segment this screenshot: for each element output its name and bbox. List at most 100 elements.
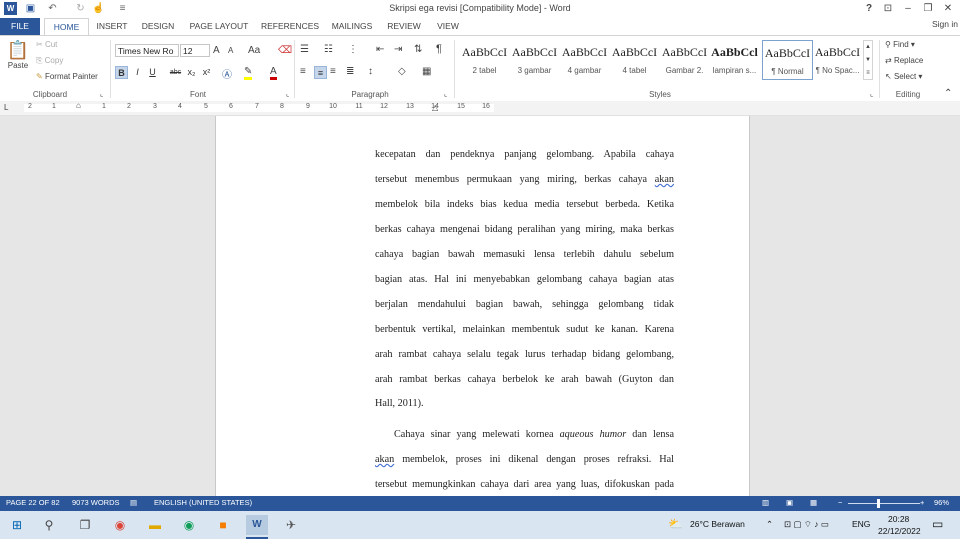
paste-button[interactable]: 📋 Paste (6, 40, 30, 80)
superscript-button[interactable]: x² (200, 66, 213, 79)
document-page[interactable]: kecepatan dan pendeknya panjang gelomban… (215, 116, 750, 496)
strikethrough-button[interactable]: abc (168, 66, 183, 79)
shrink-font-icon[interactable]: A (228, 46, 233, 55)
change-case-button[interactable]: Aa (248, 45, 260, 56)
show-hidden-icons-icon[interactable]: ⌃ (766, 519, 773, 530)
close-icon[interactable]: ✕ (940, 1, 956, 16)
cut-button[interactable]: ✂ Cut (36, 40, 57, 49)
clipboard-launcher-icon[interactable]: ⌞ (100, 90, 103, 98)
page-count[interactable]: PAGE 22 OF 82 (6, 498, 60, 507)
clock-date[interactable]: 22/12/2022 (878, 526, 921, 536)
left-indent-marker[interactable]: ⌂ (76, 101, 81, 110)
font-name-combo[interactable]: Times New Ro (115, 44, 179, 57)
word-count[interactable]: 9073 WORDS (72, 498, 120, 507)
network-app-icon[interactable]: ✈ (280, 515, 302, 535)
help-button[interactable]: ? (861, 1, 877, 16)
collapse-ribbon-icon[interactable]: ⌃ (944, 88, 952, 99)
tab-home[interactable]: HOME (44, 18, 89, 36)
subscript-button[interactable]: x₂ (185, 66, 198, 79)
style-lampiran[interactable]: AaBbCcl lampiran s... (709, 40, 760, 80)
text-effects-icon[interactable]: Ⓐ (222, 66, 232, 81)
justify-icon[interactable]: ≣ (346, 66, 354, 77)
task-view-icon[interactable]: ❐ (74, 515, 96, 535)
select-button[interactable]: ↖ Select ▾ (885, 72, 922, 81)
style-gambar-2[interactable]: AaBbCcI Gambar 2. (659, 40, 710, 80)
search-icon[interactable]: ⚲ (38, 515, 60, 535)
sign-in-link[interactable]: Sign in (932, 19, 958, 29)
style-normal[interactable]: AaBbCcI ¶ Normal (762, 40, 813, 80)
highlight-icon[interactable]: ✎ (244, 66, 253, 80)
tab-design[interactable]: DESIGN (138, 18, 178, 35)
document-line[interactable]: berkas cahaya mengenai bidang peralihan … (375, 224, 674, 235)
document-line[interactable]: arah rambat cahaya selalu tegak lurus te… (375, 349, 674, 360)
ribbon-display-options-icon[interactable]: ⊡ (880, 1, 896, 16)
notifications-icon[interactable]: ▭ (932, 517, 943, 531)
font-size-combo[interactable]: 12 (180, 44, 210, 57)
numbering-icon[interactable]: ☷ (324, 44, 333, 55)
find-button[interactable]: ⚲ Find ▾ (885, 40, 915, 49)
document-line[interactable]: arah rambat berkas cahaya berbelok ke ar… (375, 374, 674, 385)
document-line[interactable]: kecepatan dan pendeknya panjang gelomban… (375, 149, 674, 160)
tab-insert[interactable]: INSERT (92, 18, 132, 35)
replace-button[interactable]: ⇄ Replace (885, 56, 923, 65)
document-line[interactable]: membelok bila indeks bias kedua media te… (375, 199, 674, 210)
underline-button[interactable]: U (146, 66, 159, 79)
clock-time[interactable]: 20:28 (888, 514, 909, 524)
document-line[interactable]: berbentuk vertikal, melainkan membentuk … (375, 324, 674, 335)
right-indent-marker[interactable]: △ (432, 103, 438, 112)
format-painter-button[interactable]: ✎ Format Painter (36, 72, 98, 81)
increase-indent-icon[interactable]: ⇥ (394, 44, 402, 55)
file-explorer-icon[interactable]: ▬ (144, 515, 166, 535)
align-left-icon[interactable]: ≡ (300, 66, 306, 77)
chrome-profile-icon[interactable]: ◉ (178, 515, 200, 535)
app-icon[interactable]: ■ (212, 515, 234, 535)
tab-references[interactable]: REFERENCES (258, 18, 322, 35)
italic-button[interactable]: I (131, 66, 144, 79)
styles-launcher-icon[interactable]: ⌞ (870, 90, 873, 98)
multilevel-list-icon[interactable]: ⋮ (348, 44, 358, 55)
zoom-in-icon[interactable]: + (920, 498, 924, 507)
style-2-tabel[interactable]: AaBbCcI 2 tabel (459, 40, 510, 80)
document-line[interactable]: berjalan mendahului bagian bawah, sehing… (375, 299, 674, 310)
ruler[interactable]: L 2 1 1 2 3 4 5 6 7 8 9 10 11 12 13 14 15 16 ⌂ △ (0, 101, 960, 116)
styles-scroll[interactable]: ▲ ▼ ≡ (863, 40, 873, 80)
chrome-icon[interactable]: ◉ (109, 515, 131, 535)
copy-button[interactable]: ⎘ Copy (36, 56, 63, 66)
word-taskbar-icon[interactable]: W (246, 515, 268, 535)
paragraph-launcher-icon[interactable]: ⌞ (444, 90, 447, 98)
read-mode-icon[interactable]: ▥ (762, 498, 769, 507)
zoom-out-icon[interactable]: − (838, 498, 842, 507)
document-line[interactable]: Hall, 2011). (375, 398, 674, 409)
line-spacing-icon[interactable]: ↕ (368, 66, 373, 77)
style-no-spacing[interactable]: AaBbCcI ¶ No Spac... (812, 40, 863, 80)
align-right-icon[interactable]: ≡ (330, 66, 336, 77)
tab-selector-icon[interactable]: L (4, 103, 8, 112)
style-4-gambar[interactable]: AaBbCcI 4 gambar (559, 40, 610, 80)
style-3-gambar[interactable]: AaBbCcI 3 gambar (509, 40, 560, 80)
zoom-slider[interactable] (848, 503, 920, 504)
print-layout-icon[interactable]: ▣ (786, 498, 793, 507)
document-line[interactable]: cahaya bagian bawah memasuki lensa terle… (375, 249, 674, 260)
document-line[interactable]: tersebut menembus permukaan yang miring,… (375, 174, 674, 185)
input-language[interactable]: ENG (852, 519, 870, 529)
font-color-icon[interactable]: A (270, 66, 277, 80)
tray-icons[interactable]: ⊡ ▢ ⌔ ♪ ▭ (784, 519, 829, 530)
windows-start-icon[interactable]: ⊞ (6, 515, 28, 535)
bold-button[interactable]: B (115, 66, 128, 79)
proofing-icon[interactable]: ▤ (130, 498, 137, 507)
weather-text[interactable]: 26°C Berawan (690, 519, 745, 529)
tab-view[interactable]: VIEW (432, 18, 464, 35)
tab-page-layout[interactable]: PAGE LAYOUT (186, 18, 252, 35)
grow-font-icon[interactable]: A (213, 45, 220, 56)
clear-formatting-icon[interactable]: ⌫ (278, 45, 292, 56)
tab-mailings[interactable]: MAILINGS (328, 18, 376, 35)
show-marks-button[interactable]: ¶ (436, 43, 442, 55)
borders-icon[interactable]: ▦ (422, 66, 431, 77)
web-layout-icon[interactable]: ▦ (810, 498, 817, 507)
tab-file[interactable]: FILE (0, 18, 40, 35)
sort-icon[interactable]: ⇅ (414, 44, 422, 55)
restore-icon[interactable]: ❐ (920, 1, 936, 16)
tab-review[interactable]: REVIEW (384, 18, 424, 35)
minimize-icon[interactable]: – (900, 1, 916, 16)
document-line[interactable]: bagian atas. Hal ini menyebabkan gelomba… (375, 274, 674, 285)
